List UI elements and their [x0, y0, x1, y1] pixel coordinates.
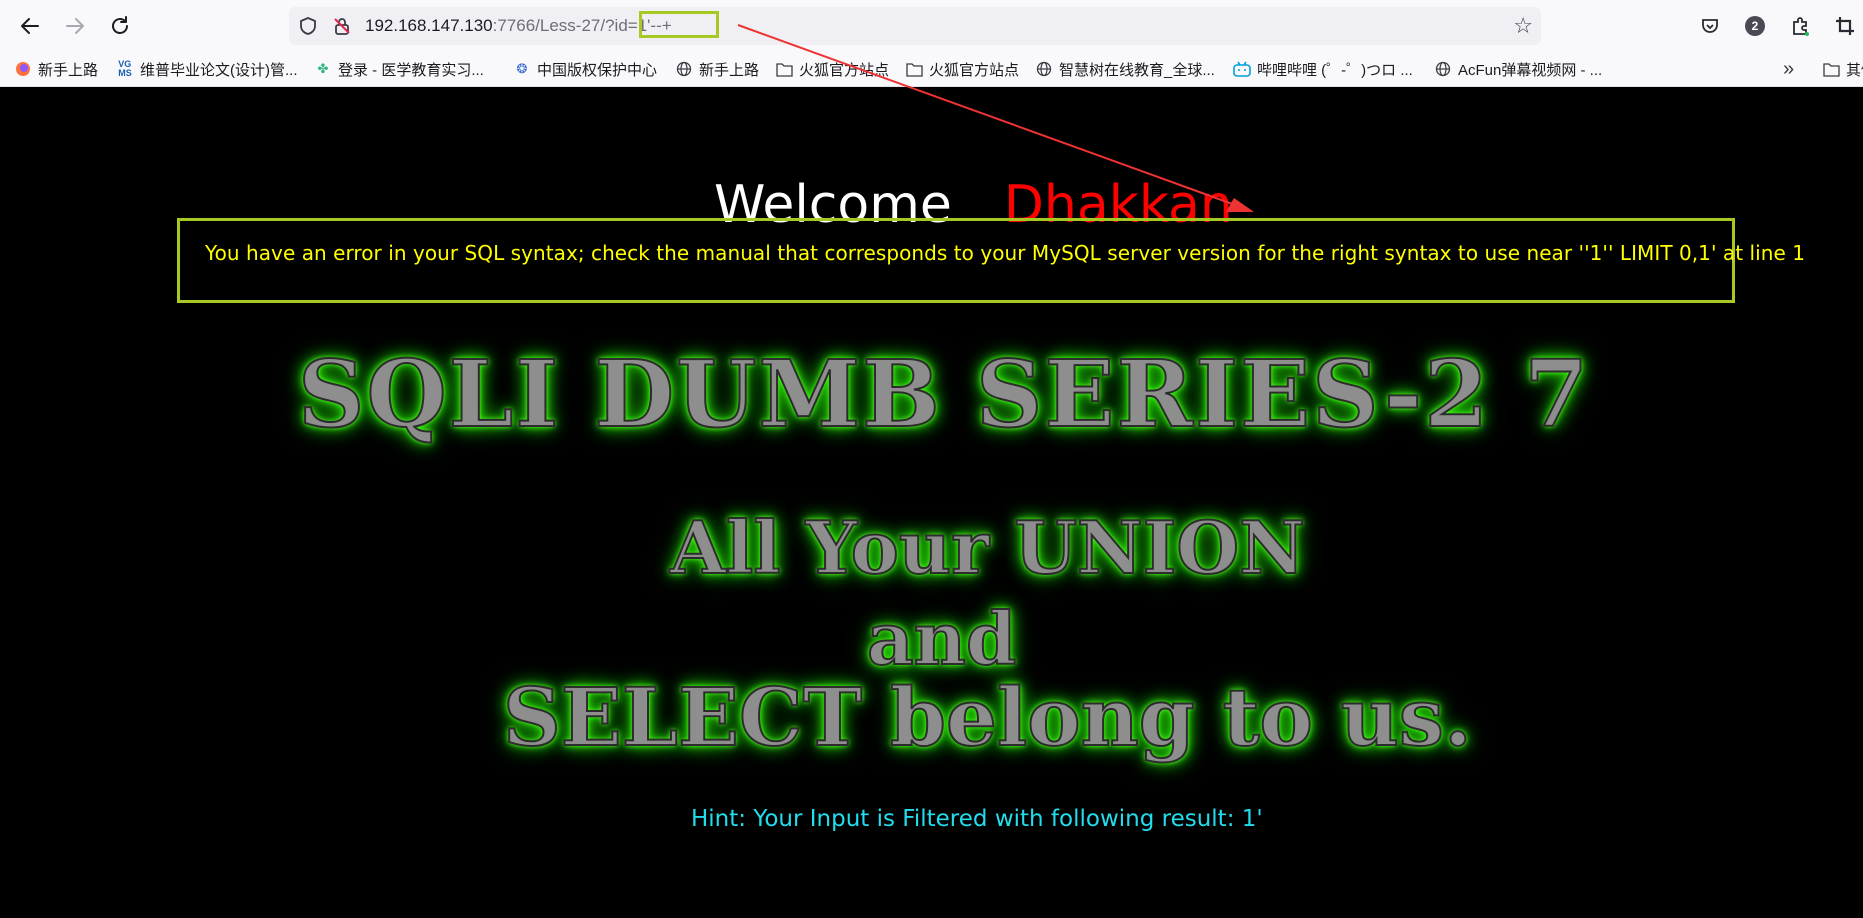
bookmark-star-icon[interactable]: ☆ [1513, 14, 1533, 39]
forward-arrow-icon [66, 18, 84, 34]
folder-icon [775, 60, 793, 78]
globe-icon [1035, 60, 1053, 78]
bookmark-item[interactable]: ✤ 登录 - 医学教育实习... [314, 58, 484, 80]
series-title-image: SQLI DUMB SERIES-2 7 [297, 339, 1591, 449]
extensions-puzzle-icon[interactable] [1785, 11, 1815, 41]
bookmark-label: AcFun弹幕视频网 - ... [1458, 61, 1603, 79]
bookmark-item[interactable]: VG MS 维普毕业论文(设计)管... [116, 58, 298, 80]
bookmarks-toolbar: 新手上路 VG MS 维普毕业论文(设计)管... ✤ 登录 - 医学教育实习..… [0, 52, 1863, 87]
bookmark-label: 新手上路 [699, 61, 760, 79]
url-param-highlight-box [639, 11, 719, 38]
forward-button[interactable] [57, 9, 93, 43]
browser-toolbar: 192.168.147.130:7766/Less-27/?id=1'--+ ☆… [0, 0, 1863, 52]
extension-count-badge: 2 [1745, 16, 1765, 36]
firefox-icon [14, 60, 32, 78]
pocket-icon[interactable] [1695, 11, 1725, 41]
bookmark-label: 火狐官方站点 [929, 61, 1020, 79]
bookmark-label: 维普毕业论文(设计)管... [140, 61, 298, 79]
bookmark-folder[interactable]: 火狐官方站点 [905, 58, 1019, 80]
reload-icon [112, 16, 128, 34]
page-content: Welcome Dhakkan You have an error in your… [0, 87, 1863, 918]
bookmark-folder[interactable]: 火狐官方站点 [775, 58, 889, 80]
reload-button[interactable] [102, 9, 138, 43]
bookmark-item[interactable]: ❂ 中国版权保护中心 [513, 58, 657, 80]
bookmark-label: 其他 [1846, 61, 1863, 79]
brain-icon: ❂ [516, 61, 528, 76]
filter-hint: Hint: Your Input is Filtered with follow… [691, 806, 1263, 832]
union-slogan-line1: All Your UNION [669, 504, 1306, 591]
back-button[interactable] [12, 9, 48, 43]
url-host: 192.168.147.130 [365, 16, 493, 35]
globe-icon [675, 60, 693, 78]
screenshot-crop-icon[interactable] [1830, 11, 1860, 41]
bookmark-label: 登录 - 医学教育实习... [338, 61, 484, 79]
bookmarks-overflow-chevron-icon[interactable]: » [1783, 58, 1794, 80]
bookmark-label: 哔哩哔哩 (゜-゜)つロ ... [1257, 61, 1413, 79]
folder-icon [1822, 60, 1840, 78]
bookmark-item[interactable]: 智慧树在线教育_全球... [1035, 58, 1215, 80]
other-bookmarks-folder[interactable]: 其他 [1822, 58, 1863, 80]
bookmark-label: 中国版权保护中心 [537, 61, 658, 79]
bookmark-item[interactable]: 新手上路 [675, 58, 759, 80]
account-badge[interactable]: 2 [1740, 11, 1770, 41]
bookmark-label: 火狐官方站点 [799, 61, 890, 79]
flower-icon: ✤ [317, 61, 329, 76]
bookmark-item[interactable]: 新手上路 [14, 58, 98, 80]
folder-icon [905, 60, 923, 78]
bookmark-item[interactable]: 哔哩哔哩 (゜-゜)つロ ... [1233, 58, 1413, 80]
sql-error-message: You have an error in your SQL syntax; ch… [205, 241, 1805, 265]
url-text[interactable]: 192.168.147.130:7766/Less-27/?id=1'--+ [365, 16, 672, 36]
union-slogan-line2: and [866, 595, 1017, 682]
bookmark-label: 智慧树在线教育_全球... [1059, 61, 1215, 79]
bilibili-icon [1233, 60, 1251, 78]
vgms-icon: VG MS [118, 59, 132, 78]
address-bar[interactable]: 192.168.147.130:7766/Less-27/?id=1'--+ ☆ [289, 7, 1541, 45]
union-slogan-line3: SELECT belong to us. [502, 669, 1473, 765]
back-arrow-icon [21, 18, 39, 34]
bookmark-item[interactable]: AcFun弹幕视频网 - ... [1434, 58, 1602, 80]
globe-icon [1434, 60, 1452, 78]
shield-icon[interactable] [297, 15, 319, 37]
insecure-lock-icon[interactable] [331, 15, 353, 37]
bookmark-label: 新手上路 [38, 61, 99, 79]
